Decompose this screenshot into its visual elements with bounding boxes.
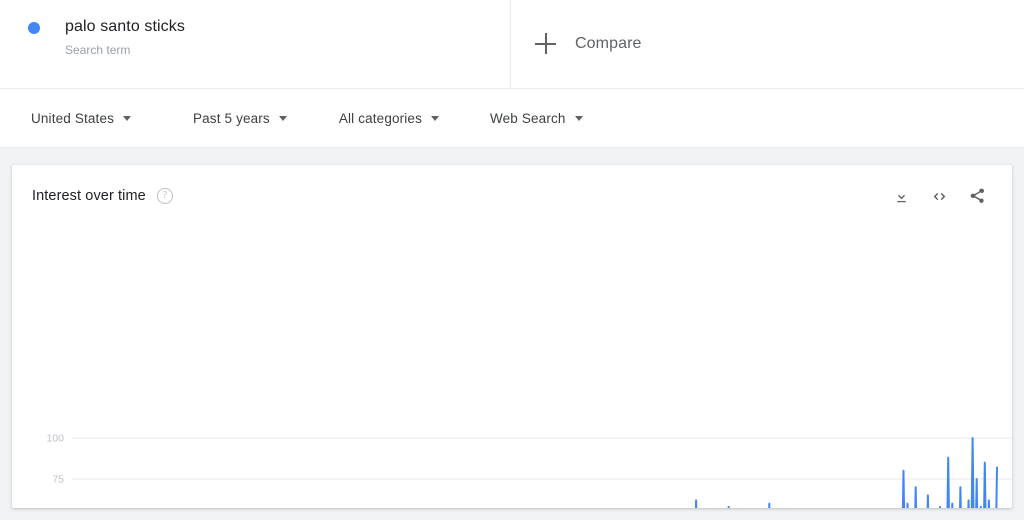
card-header: Interest over time ?	[12, 165, 1012, 227]
chevron-down-icon	[123, 115, 131, 121]
trend-line-series	[694, 437, 998, 508]
filter-time-range[interactable]: Past 5 years	[193, 111, 287, 126]
compare-label: Compare	[575, 35, 642, 52]
chevron-down-icon	[574, 115, 583, 121]
search-term-card[interactable]: palo santo sticks Search term	[0, 0, 511, 88]
chevron-down-icon	[278, 115, 287, 121]
compare-button[interactable]: Compare	[511, 0, 1024, 88]
filter-category[interactable]: All categories	[339, 111, 439, 126]
search-term-subtitle: Search term	[65, 43, 131, 57]
series-color-dot	[28, 22, 40, 34]
interest-over-time-card: Interest over time ? 75 100	[12, 165, 1012, 508]
share-icon[interactable]	[964, 183, 990, 209]
filter-location[interactable]: United States	[31, 111, 131, 126]
filter-category-label: All categories	[338, 110, 422, 126]
filter-search-type[interactable]: Web Search	[490, 111, 583, 126]
interest-over-time-chart[interactable]: 255075100Jan 31, 20…Jul 30, 2017Jan 27, …	[12, 227, 1012, 508]
help-icon[interactable]: ?	[156, 188, 173, 204]
trend-line-chart[interactable]: 255075100Jan 31, 20…Jul 30, 2017Jan 27, …	[12, 227, 1012, 508]
y-axis-tick: 100	[46, 433, 64, 445]
chevron-down-icon	[430, 115, 439, 121]
filter-search-type-label: Web Search	[489, 110, 566, 126]
filter-bar: United States Past 5 years All categorie…	[0, 89, 1024, 148]
search-terms-bar: palo santo sticks Search term Compare	[0, 0, 1024, 89]
card-title: Interest over time	[32, 188, 146, 204]
embed-code-icon[interactable]	[926, 183, 952, 209]
y-axis-tick: 75	[52, 474, 64, 486]
google-trends-page: palo santo sticks Search term Compare Un…	[0, 0, 1024, 520]
download-icon[interactable]	[888, 183, 914, 209]
filter-time-range-label: Past 5 years	[193, 110, 270, 126]
filter-location-label: United States	[31, 110, 114, 126]
search-term-title: palo santo sticks	[65, 18, 185, 35]
plus-icon	[535, 33, 557, 55]
